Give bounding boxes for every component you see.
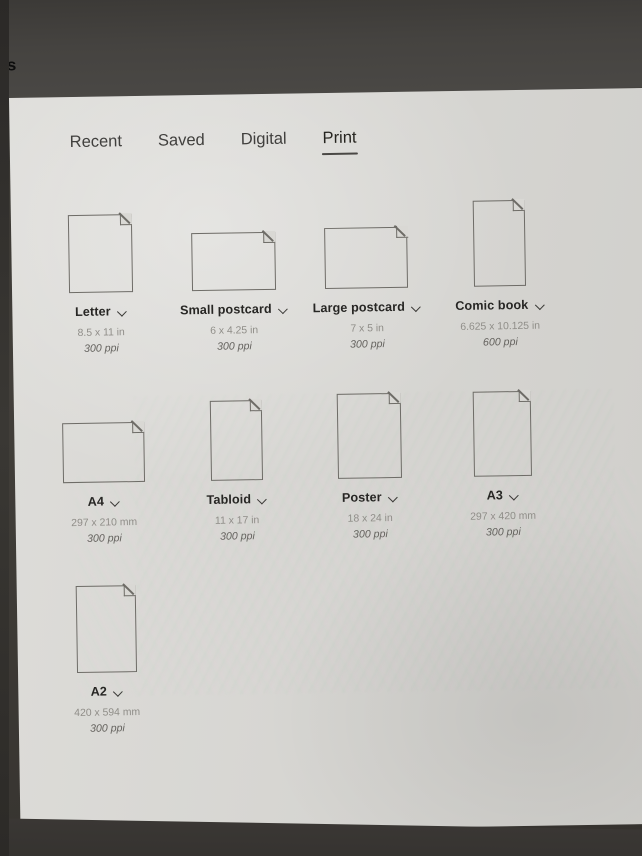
page-sheet-icon [209,399,263,481]
preset-label-row[interactable]: Letter [75,304,127,319]
tab-label: Digital [240,129,287,149]
preset-resolution: 300 ppi [352,528,388,541]
preset-resolution: 300 ppi [219,530,255,543]
preset-thumbnail-area [39,378,166,484]
preset-thumbnail-area [435,181,562,287]
preset-thumbnail-area [438,371,565,477]
new-document-panel: Recent Saved Digital Print Letter 8.5 x 11 i… [9,87,642,834]
folded-corner-icon [249,399,263,412]
chevron-down-icon[interactable] [535,300,544,309]
chevron-down-icon[interactable] [114,687,123,696]
page-sheet-icon [472,199,526,287]
tab-label: Print [322,128,357,148]
preset-name: Letter [74,304,111,319]
preset-name: Large postcard [312,299,406,316]
tab-print[interactable]: Print [318,128,360,156]
active-tab-indicator [321,152,358,156]
preset-dimensions: 11 x 17 in [214,515,260,527]
preset-card-a4[interactable]: A4 297 x 210 mm 300 ppi [35,378,171,546]
preset-label-row[interactable]: Poster [342,490,398,505]
preset-dimensions: 6.625 x 10.125 in [460,320,541,333]
preset-resolution: 300 ppi [349,338,385,351]
chevron-down-icon[interactable] [510,491,519,500]
preset-label-row[interactable]: A3 [486,488,520,503]
preset-resolution: 300 ppi [485,526,521,539]
tab-label: Recent [69,132,123,152]
chevron-down-icon[interactable] [412,302,421,311]
folded-corner-icon [119,213,133,226]
preset-card-a3[interactable]: A3 297 x 420 mm 300 ppi [434,371,570,539]
preset-thumbnail-area [42,568,169,674]
tab-digital[interactable]: Digital [237,130,291,157]
folded-corner-icon [388,392,401,405]
preset-card-small-postcard[interactable]: Small postcard 6 x 4.25 in 300 ppi [165,185,301,353]
preset-label-row[interactable]: A4 [88,494,121,509]
preset-card-letter[interactable]: Letter 8.5 x 11 in 300 ppi [32,188,168,356]
preset-name: Poster [341,490,382,505]
page-sheet-icon [472,390,532,477]
preset-thumbnail-area [305,373,432,479]
folded-corner-icon [263,231,276,244]
preset-dimensions: 6 x 4.25 in [210,325,259,337]
folded-corner-icon [512,199,525,212]
preset-label-row[interactable]: Small postcard [179,301,288,318]
preset-thumbnail-area [169,186,296,292]
preset-resolution: 300 ppi [216,340,252,353]
chevron-down-icon[interactable] [118,307,127,316]
preset-resolution: 300 ppi [86,532,122,545]
preset-dimensions: 7 x 5 in [350,323,385,335]
chevron-down-icon[interactable] [258,494,267,503]
page-sheet-icon [61,421,145,484]
preset-resolution: 300 ppi [83,342,119,355]
preset-dimensions: 297 x 420 mm [470,510,537,523]
page-sheet-icon [75,584,137,674]
chevron-down-icon[interactable] [279,304,288,313]
app-title-bar: es [0,0,642,103]
preset-category-tabs: Recent Saved Digital Print [66,128,361,159]
preset-thumbnail-area [302,183,429,290]
page-sheet-icon [67,213,133,294]
preset-card-tabloid[interactable]: Tabloid 11 x 17 in 300 ppi [168,375,304,543]
chevron-down-icon[interactable] [389,492,398,501]
preset-name: A4 [87,494,105,509]
preset-card-large-postcard[interactable]: Large postcard 7 x 5 in 300 ppi [298,183,434,351]
preset-dimensions: 420 x 594 mm [74,707,141,720]
preset-resolution: 600 ppi [482,336,518,349]
preset-resolution: 300 ppi [89,722,125,735]
preset-card-poster[interactable]: Poster 18 x 24 in 300 ppi [301,373,437,541]
tab-recent[interactable]: Recent [66,132,127,159]
tab-label: Saved [157,130,205,150]
preset-label-row[interactable]: Comic book [455,298,544,313]
folded-corner-icon [132,421,145,434]
preset-dimensions: 18 x 24 in [347,513,393,525]
preset-dimensions: 297 x 210 mm [71,517,138,530]
preset-name: A3 [486,488,504,503]
screen-bezel-left-edge [0,0,9,856]
preset-name: Small postcard [179,301,272,318]
preset-label-row[interactable]: Large postcard [312,299,422,316]
folded-corner-icon [123,584,136,597]
preset-name: A2 [90,684,108,699]
preset-card-a2[interactable]: A2 420 x 594 mm 300 ppi [38,568,174,736]
folded-corner-icon [518,390,531,403]
page-sheet-icon [336,392,402,479]
preset-name: Tabloid [206,492,252,507]
photographed-screen: es Recent Saved Digital Print Letter 8.5 x 1… [0,0,642,856]
preset-label-row[interactable]: A2 [91,684,124,699]
preset-thumbnail-area [172,376,299,482]
preset-card-comic-book[interactable]: Comic book 6.625 x 10.125 in 600 ppi [431,181,567,349]
preset-grid: Letter 8.5 x 11 in 300 ppi Small postcard 6 … [32,180,642,760]
preset-name: Comic book [455,297,529,314]
tab-saved[interactable]: Saved [154,131,209,158]
chevron-down-icon[interactable] [111,497,120,506]
page-sheet-icon [190,231,276,292]
page-sheet-icon [324,226,409,290]
folded-corner-icon [395,226,408,239]
preset-label-row[interactable]: Tabloid [206,492,267,507]
preset-dimensions: 8.5 x 11 in [77,327,125,339]
preset-thumbnail-area [36,188,163,294]
